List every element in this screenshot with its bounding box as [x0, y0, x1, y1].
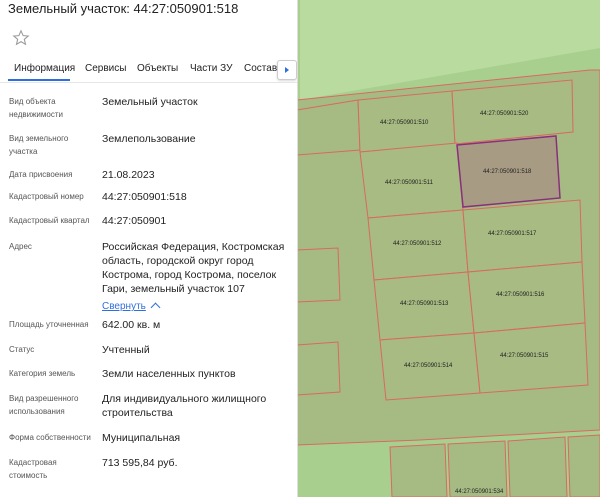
parcel-label: 44:27:050901:520 — [480, 111, 529, 117]
collapse-link[interactable]: Свернуть — [102, 301, 146, 312]
field-label: Кадастровый квартал — [9, 216, 90, 225]
parcel-label: 44:27:050901:515 — [500, 353, 549, 359]
parcel-label: 44:27:050901:534 — [455, 489, 504, 495]
divider — [0, 82, 297, 83]
field-value: Муниципальная — [102, 432, 181, 444]
field-value: 713 595,84 руб. — [102, 457, 178, 469]
chevron-up-icon — [150, 302, 161, 313]
tab-bar: Информация Сервисы Объекты Части ЗУ Сост… — [0, 58, 297, 82]
field-label: Площадь уточненная — [9, 320, 89, 329]
tab-composition[interactable]: Состав — [244, 63, 277, 74]
tabs-scroll-right-button[interactable] — [277, 60, 297, 80]
parcel-label: 44:27:050901:516 — [496, 292, 545, 298]
tab-objects[interactable]: Объекты — [137, 63, 178, 74]
parcel-label: 44:27:050901:512 — [393, 241, 442, 247]
field-value: Земли населенных пунктов — [102, 368, 236, 380]
field-value: Земельный участок — [102, 96, 198, 108]
parcel[interactable] — [389, 443, 448, 497]
field-value: Для индивидуального жилищного строительс… — [102, 393, 267, 419]
star-icon[interactable] — [12, 29, 30, 47]
parcel-label: 44:27:050901:510 — [380, 120, 429, 126]
field-label: Дата присвоения — [9, 170, 73, 179]
field-label: Вид объекта недвижимости — [9, 97, 63, 119]
tab-information[interactable]: Информация — [14, 63, 75, 74]
field-label: Адрес — [9, 242, 32, 251]
field-value: Российская Федерация, Костромская област… — [102, 241, 285, 295]
field-value: Землепользование — [102, 133, 196, 145]
field-label: Статус — [9, 345, 35, 354]
field-label: Категория земель — [9, 369, 76, 378]
parcel-label: 44:27:050901:514 — [404, 363, 453, 369]
tab-parts[interactable]: Части ЗУ — [190, 63, 232, 74]
active-tab-indicator — [8, 79, 70, 81]
field-value: 44:27:050901 — [102, 215, 167, 227]
field-label: Вид земельного участка — [9, 134, 69, 156]
parcel-label: 44:27:050901:511 — [385, 180, 434, 186]
info-panel: Земельный участок: 44:27:050901:518 Инфо… — [0, 0, 298, 497]
field-label: Вид разрешенного использования — [9, 394, 79, 416]
page-title: Земельный участок: 44:27:050901:518 — [8, 1, 239, 16]
field-label: Форма собственности — [9, 433, 91, 442]
parcel-label: 44:27:050901:513 — [400, 301, 449, 307]
field-value: Учтенный — [102, 344, 150, 356]
parcel-label: 44:27:050901:517 — [488, 231, 537, 237]
collapse-toggle[interactable]: Свернуть — [102, 296, 161, 314]
field-label: Кадастровая стоимость — [9, 458, 57, 480]
tab-services[interactable]: Сервисы — [85, 63, 126, 74]
parcel-label: 44:27:050901:518 — [483, 169, 532, 175]
field-value: 642.00 кв. м — [102, 319, 161, 331]
field-label: Кадастровый номер — [9, 192, 84, 201]
parcel[interactable] — [567, 434, 600, 497]
chevron-right-icon — [285, 67, 289, 73]
field-value: 21.08.2023 — [102, 169, 155, 181]
field-value: 44:27:050901:518 — [102, 191, 187, 203]
parcel[interactable] — [507, 436, 568, 497]
